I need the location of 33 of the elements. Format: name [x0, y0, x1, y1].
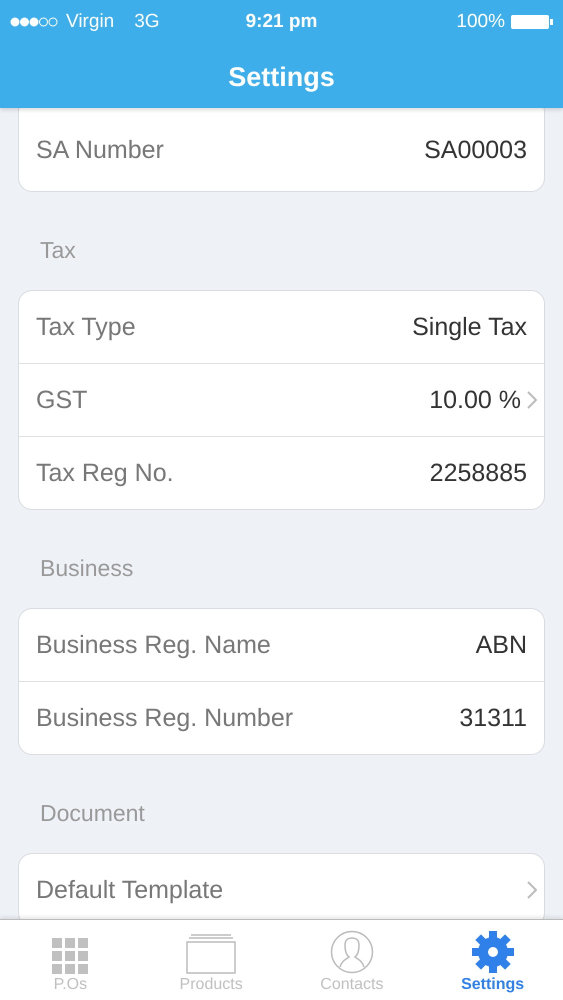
setting-label: GST [36, 386, 88, 414]
battery-percent: 100% [456, 11, 505, 33]
chevron-icon[interactable] [527, 391, 537, 409]
tab-item[interactable]: Settings [422, 920, 563, 1000]
battery-icon [511, 14, 553, 30]
setting-value: 2258885 [430, 458, 527, 488]
setting-label: Tax Reg No. [36, 458, 175, 488]
status-time: 9:21 pm [246, 11, 318, 33]
tab-item[interactable]: Contacts [282, 920, 422, 1000]
setting-label: Business Reg. Number [36, 704, 294, 732]
grid-icon [52, 938, 88, 974]
setting-value: 31311 [459, 704, 527, 732]
signal-icon [10, 16, 60, 28]
tab-item[interactable]: Products [140, 920, 282, 1000]
network-type: 3G [134, 11, 160, 33]
gear-icon [470, 930, 515, 974]
section-header: Document [39, 799, 146, 828]
box-icon [186, 934, 236, 974]
setting-label: Default Template [36, 876, 224, 904]
carrier-name: Virgin [66, 11, 114, 33]
screen-title: Settings [227, 62, 336, 93]
setting-label: Business Reg. Name [36, 630, 272, 660]
section-header: Tax [39, 236, 77, 265]
setting-value: SA00003 [424, 136, 527, 164]
setting-value: 10.00 % [429, 386, 521, 414]
tab-item[interactable]: P.Os [0, 920, 141, 1000]
section-header: Business [39, 554, 134, 583]
setting-value: ABN [476, 630, 527, 660]
setting-value: Single Tax [412, 312, 527, 342]
setting-label: Tax Type [36, 312, 137, 342]
person-icon [330, 930, 374, 974]
chevron-icon[interactable] [527, 881, 537, 899]
setting-label: SA Number [36, 136, 165, 164]
